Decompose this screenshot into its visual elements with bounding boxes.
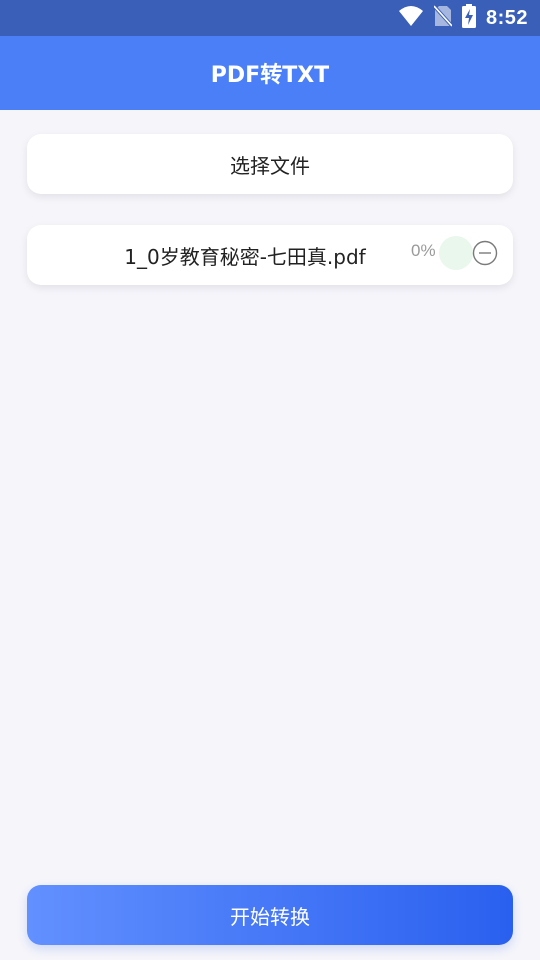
minus-circle-icon: [472, 240, 498, 266]
start-conversion-button[interactable]: 开始转换: [27, 885, 513, 945]
page-title: PDF转TXT: [210, 63, 330, 88]
status-bar: 8:52: [0, 0, 540, 36]
status-icons: 8:52: [398, 0, 528, 36]
progress-indicator: [439, 236, 473, 270]
app-bar: PDF转TXT: [0, 36, 540, 110]
status-time: 8:52: [485, 6, 528, 29]
wifi-icon: [398, 5, 424, 31]
file-list-item: 1_0岁教育秘密-七田真.pdf 0%: [27, 225, 513, 285]
start-conversion-label: 开始转换: [230, 904, 310, 929]
battery-charging-icon: [461, 4, 476, 32]
select-file-label: 选择文件: [230, 153, 310, 178]
no-sim-icon: [432, 4, 454, 31]
progress-text: 0%: [411, 241, 436, 260]
remove-file-button[interactable]: [471, 239, 499, 267]
select-file-button[interactable]: 选择文件: [27, 134, 513, 194]
